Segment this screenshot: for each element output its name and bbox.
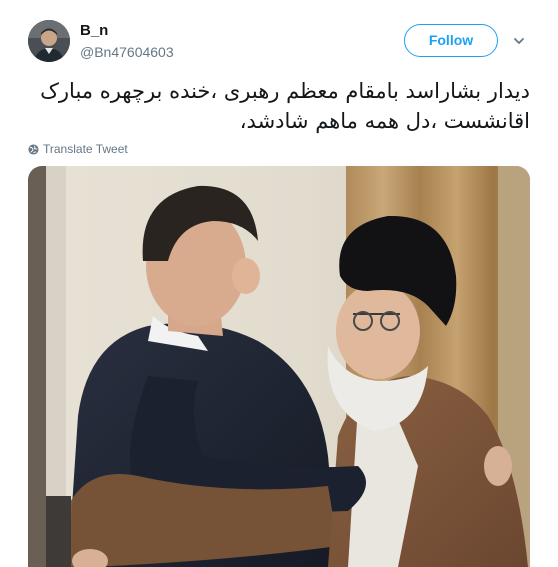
tweet-photo[interactable] bbox=[28, 166, 530, 567]
tweet-text: دیدار بشاراسد بامقام معظم رهبری ،خنده بر… bbox=[30, 76, 530, 136]
tweet-text-line: دیدار بشاراسد بامقام معظم رهبری ،خنده بر… bbox=[40, 79, 530, 103]
translate-tweet-link[interactable]: Translate Tweet bbox=[28, 142, 128, 156]
tweet-header: B_n @Bn47604603 Follow bbox=[0, 0, 558, 72]
tweet-photo-image bbox=[28, 166, 530, 567]
follow-button[interactable]: Follow bbox=[404, 24, 498, 57]
display-name[interactable]: B_n bbox=[80, 22, 108, 39]
globe-icon bbox=[28, 143, 39, 155]
chevron-down-icon[interactable] bbox=[512, 34, 526, 48]
translate-label: Translate Tweet bbox=[43, 142, 128, 156]
avatar[interactable] bbox=[28, 20, 70, 62]
avatar-image bbox=[28, 20, 70, 62]
tweet-text-line: اقانشست ،دل همه ماهم شادشد، bbox=[239, 109, 530, 133]
user-handle[interactable]: @Bn47604603 bbox=[80, 44, 174, 60]
